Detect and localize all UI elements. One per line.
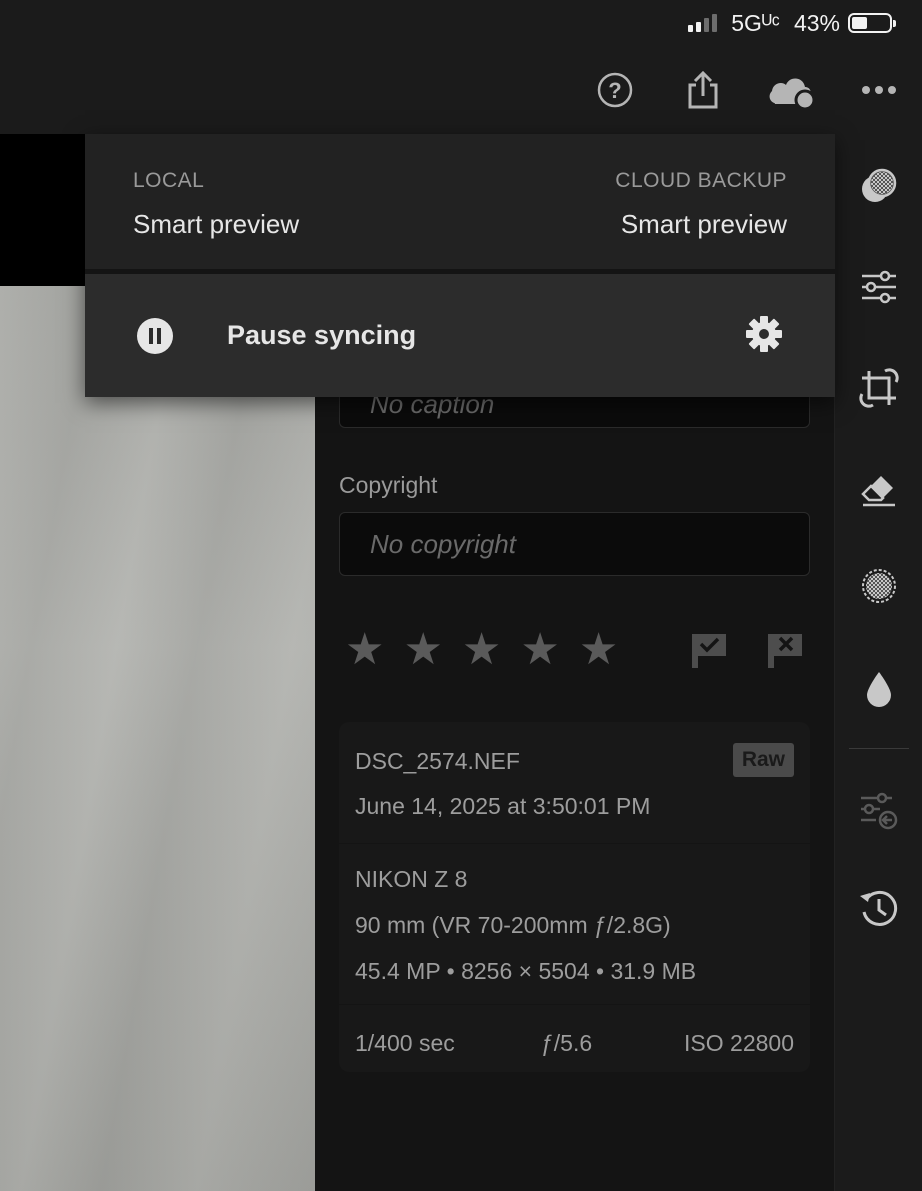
lens-info: 90 mm (VR 70-200mm ƒ/2.8G) (355, 912, 671, 938)
battery-icon (848, 13, 896, 33)
toolbar-divider (849, 748, 909, 749)
cloud-sync-icon[interactable] (764, 66, 820, 114)
signal-icon (688, 14, 718, 32)
star-3[interactable]: ★ (462, 628, 501, 672)
presets-icon[interactable] (835, 159, 922, 215)
shutter-speed: 1/400 sec (355, 1030, 455, 1056)
pause-syncing-label: Pause syncing (227, 320, 417, 350)
more-icon[interactable] (855, 66, 903, 114)
edit-sliders-icon[interactable] (835, 259, 922, 315)
share-icon[interactable] (679, 66, 727, 114)
blur-icon[interactable] (835, 660, 922, 716)
healing-icon[interactable] (835, 460, 922, 516)
edit-toolbar (834, 134, 922, 1191)
copyright-placeholder: No copyright (370, 528, 516, 559)
versions-icon[interactable] (835, 783, 922, 839)
aperture: ƒ/5.6 (541, 1030, 593, 1056)
history-icon[interactable] (835, 881, 922, 937)
pause-icon (136, 317, 174, 360)
crop-icon[interactable] (835, 360, 922, 416)
metadata-card: DSC_2574.NEF Raw June 14, 2025 at 3:50:0… (339, 722, 810, 1072)
image-specs: 45.4 MP • 8256 × 5504 • 31.9 MB (355, 958, 697, 984)
capture-date: June 14, 2025 at 3:50:01 PM (355, 793, 651, 819)
storage-status: LOCAL Smart preview CLOUD BACKUP Smart p… (85, 134, 835, 274)
card-divider-2 (339, 1004, 810, 1005)
network-label: 5Gᵁᶜ (731, 9, 780, 36)
star-1[interactable]: ★ (345, 628, 384, 672)
camera-model: NIKON Z 8 (355, 866, 468, 892)
copyright-field[interactable]: No copyright (339, 512, 810, 576)
copyright-label: Copyright (339, 472, 438, 498)
gear-icon[interactable] (745, 315, 783, 358)
reject-flag-icon[interactable] (766, 632, 804, 675)
cloud-backup-value: Smart preview (620, 209, 787, 239)
star-rating: ★ ★ ★ ★ ★ (345, 628, 618, 672)
top-bar: 5Gᵁᶜ 43% ? (0, 0, 922, 134)
photo-canvas[interactable] (0, 286, 315, 1191)
pause-syncing-row[interactable]: Pause syncing (85, 274, 835, 397)
raw-badge: Raw (732, 743, 794, 777)
local-value: Smart preview (133, 209, 300, 239)
card-divider (339, 843, 810, 844)
iso: ISO 22800 (684, 1030, 794, 1056)
help-icon[interactable]: ? (591, 66, 639, 114)
svg-text:?: ? (608, 78, 621, 103)
star-4[interactable]: ★ (520, 628, 559, 672)
star-2[interactable]: ★ (403, 628, 442, 672)
pick-flag-icon[interactable] (690, 632, 728, 675)
cloud-backup-caption: CLOUD BACKUP (615, 169, 787, 192)
sync-popover: LOCAL Smart preview CLOUD BACKUP Smart p… (85, 134, 835, 397)
status-bar: 5Gᵁᶜ 43% (688, 8, 896, 38)
file-name: DSC_2574.NEF (355, 748, 520, 774)
masking-icon[interactable] (835, 558, 922, 614)
local-caption: LOCAL (133, 169, 205, 192)
battery-label: 43% (793, 9, 840, 36)
star-5[interactable]: ★ (579, 628, 618, 672)
